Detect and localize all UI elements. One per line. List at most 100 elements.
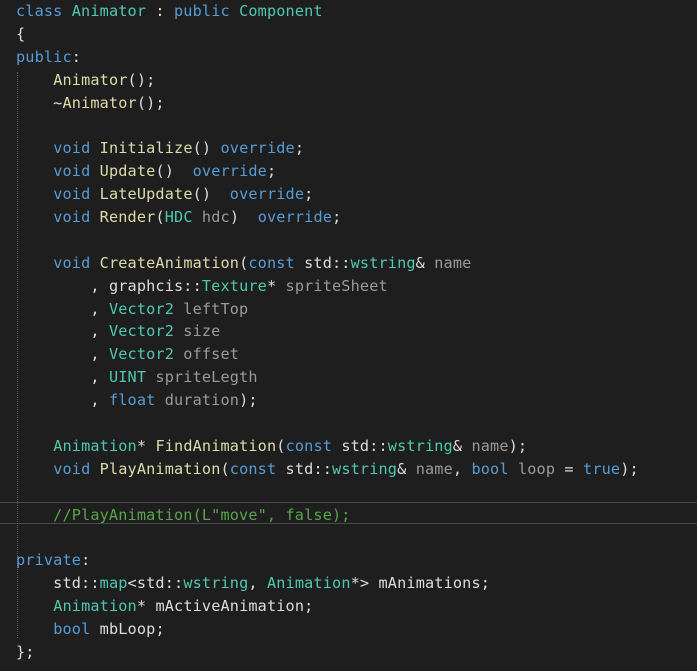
code-line[interactable]: , Vector2 leftTop xyxy=(16,298,697,321)
code-line[interactable]: , Vector2 offset xyxy=(16,343,697,366)
code-token: ( xyxy=(220,459,230,478)
code-token: Vector2 xyxy=(108,345,174,364)
code-token: void xyxy=(53,139,91,158)
code-token: & xyxy=(397,459,416,478)
code-token: const xyxy=(248,253,295,272)
code-token: std:: xyxy=(276,459,333,478)
code-token: ; xyxy=(304,185,314,204)
code-token: override xyxy=(192,162,267,181)
code-token: Animation xyxy=(53,597,137,616)
code-token: , xyxy=(16,368,109,387)
code-line[interactable]: bool mbLoop; xyxy=(16,618,697,641)
code-line[interactable]: public: xyxy=(16,46,697,69)
code-line[interactable]: void Render(HDC hdc) override; xyxy=(16,206,697,229)
code-token: name xyxy=(434,253,472,272)
code-line[interactable]: void LateUpdate() override; xyxy=(16,183,697,206)
code-token: void xyxy=(53,253,91,272)
code-token: Vector2 xyxy=(108,299,174,318)
code-line[interactable] xyxy=(16,229,697,252)
code-line[interactable] xyxy=(16,114,697,137)
code-token: Animator xyxy=(62,93,137,112)
code-token: FindAnimation xyxy=(155,436,277,455)
code-token: { xyxy=(16,24,26,43)
code-token: ; xyxy=(304,597,314,616)
code-token: (); xyxy=(127,70,156,89)
code-line[interactable]: void CreateAnimation(const std::wstring&… xyxy=(16,252,697,275)
code-editor[interactable]: class Animator : public Component{ public… xyxy=(0,0,697,671)
code-token: name xyxy=(471,436,509,455)
code-line[interactable]: , graphcis::Texture* spriteSheet xyxy=(16,275,697,298)
code-token: UINT xyxy=(108,368,147,387)
code-token: size xyxy=(183,322,221,341)
code-token: : xyxy=(81,551,91,570)
code-token: ; xyxy=(155,620,165,639)
code-token: const xyxy=(229,459,277,478)
code-token: Initialize xyxy=(99,139,193,158)
code-token: Texture xyxy=(201,276,267,295)
code-token: override xyxy=(220,139,295,158)
code-area[interactable]: class Animator : public Component{ public… xyxy=(16,0,697,664)
code-line[interactable]: void Initialize() override; xyxy=(16,137,697,160)
code-token: Update xyxy=(99,162,156,181)
code-token: void xyxy=(53,459,91,478)
code-line[interactable]: void PlayAnimation(const std::wstring& n… xyxy=(16,458,697,481)
code-token: private xyxy=(16,551,82,570)
code-line[interactable] xyxy=(16,412,697,435)
code-token: void xyxy=(53,162,91,181)
code-token: = xyxy=(555,459,584,478)
code-token: Animation xyxy=(266,574,351,593)
code-token: std:: xyxy=(16,574,100,593)
code-token: CreateAnimation xyxy=(99,253,240,272)
code-token: wstring xyxy=(332,459,398,478)
code-token: graphcis xyxy=(108,276,184,295)
code-token: *> xyxy=(350,574,379,593)
code-line[interactable]: , UINT spriteLegth xyxy=(16,366,697,389)
code-token: Vector2 xyxy=(108,322,174,341)
code-token: ; xyxy=(332,208,342,227)
code-line[interactable] xyxy=(16,481,697,504)
code-token: * xyxy=(266,276,286,295)
code-token: hdc xyxy=(201,208,230,227)
code-line[interactable]: ~Animator(); xyxy=(16,92,697,115)
code-token: () xyxy=(192,139,221,158)
code-line[interactable]: Animation* FindAnimation(const std::wstr… xyxy=(16,435,697,458)
code-line[interactable]: std::map<std::wstring, Animation*> mAnim… xyxy=(16,572,697,595)
code-token: ( xyxy=(239,253,249,272)
code-line[interactable]: , float duration); xyxy=(16,389,697,412)
code-token: () xyxy=(192,185,230,204)
code-line[interactable] xyxy=(16,526,697,549)
code-token: wstring xyxy=(350,253,416,272)
code-line[interactable]: class Animator : public Component xyxy=(16,0,697,23)
code-token: offset xyxy=(183,345,240,364)
code-line[interactable]: //PlayAnimation(L"move", false); xyxy=(16,504,697,527)
code-token: override xyxy=(257,208,333,227)
code-token: , xyxy=(16,299,109,318)
code-token: loop xyxy=(517,459,556,478)
code-token: duration xyxy=(164,391,240,410)
code-line[interactable]: }; xyxy=(16,641,697,664)
code-token: , xyxy=(452,459,472,478)
code-token: (); xyxy=(136,93,165,112)
code-line[interactable]: { xyxy=(16,23,697,46)
code-token: Render xyxy=(99,208,156,227)
code-token: mActiveAnimation xyxy=(155,597,305,616)
code-line[interactable]: void Update() override; xyxy=(16,160,697,183)
code-line[interactable]: Animator(); xyxy=(16,69,697,92)
code-token: ; xyxy=(294,139,305,158)
code-token: ( xyxy=(155,208,165,227)
code-token: void xyxy=(53,185,91,204)
code-line[interactable]: Animation* mActiveAnimation; xyxy=(16,595,697,618)
code-token: , xyxy=(16,276,109,295)
code-line[interactable]: private: xyxy=(16,549,697,572)
code-line[interactable]: , Vector2 size xyxy=(16,320,697,343)
